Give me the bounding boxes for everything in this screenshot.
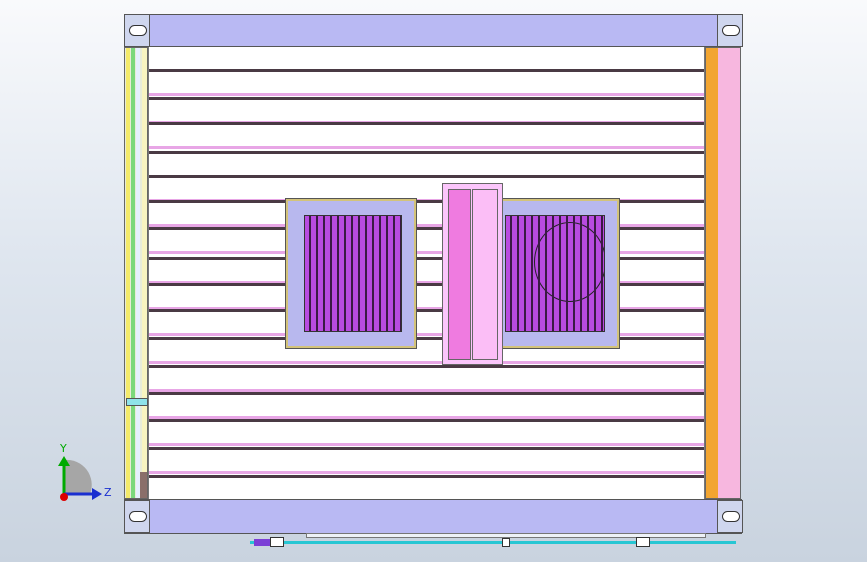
grille-bar <box>552 216 554 331</box>
floor-slat <box>149 447 704 450</box>
corner-casting-top-left <box>124 14 150 47</box>
grille-bar <box>400 216 401 331</box>
floor-slat <box>149 365 704 368</box>
floor-slat <box>149 283 704 286</box>
grille-bar <box>379 216 381 331</box>
grille-bar <box>524 216 526 331</box>
grille-bar <box>309 216 311 331</box>
right-rail-orange-stripe <box>706 48 718 498</box>
left-rail-green-stripe <box>131 48 135 498</box>
floor-slat-edge <box>149 251 704 254</box>
grille-bar <box>580 216 582 331</box>
floor-slat <box>149 227 704 230</box>
pipe-coupling-right <box>636 537 650 547</box>
bottom-pipe <box>250 541 736 544</box>
grille-bar <box>393 216 395 331</box>
right-side-rail <box>705 47 741 499</box>
floor-slat <box>149 151 704 154</box>
grille-bar <box>531 216 533 331</box>
left-rail-yellow-stripe <box>126 48 130 498</box>
grille-bar <box>587 216 589 331</box>
central-ac-unit <box>442 183 503 365</box>
floor-slat-edge <box>149 333 704 336</box>
corner-casting-bottom-right <box>717 500 743 533</box>
left-rail-pale-stripe <box>136 48 140 498</box>
floor-slat <box>149 392 704 395</box>
pipe-coupling-left <box>270 537 284 547</box>
floor-slat <box>149 309 704 312</box>
grille-bar <box>372 216 374 331</box>
ac-unit-panel-left <box>448 189 471 360</box>
grille-bar <box>316 216 318 331</box>
top-frame-rail <box>124 14 742 47</box>
grille-bar <box>594 216 596 331</box>
orientation-triad: Y Z <box>48 440 118 510</box>
triad-z-label: Z <box>104 486 112 499</box>
floor-slat-edge <box>149 93 704 96</box>
left-side-rail <box>124 47 148 499</box>
floor-slat-edge <box>149 361 704 364</box>
left-rail-clip <box>126 398 148 406</box>
grille-bar <box>566 216 568 331</box>
cad-viewport[interactable]: Y Z <box>0 0 867 562</box>
floor-slat <box>149 419 704 422</box>
grille-bar <box>510 216 512 331</box>
right-rail-pink-stripe <box>718 48 740 498</box>
floor-slat <box>149 337 704 340</box>
grille-bar <box>365 216 367 331</box>
floor-slat <box>149 69 704 72</box>
left-duct-grille <box>304 215 402 332</box>
grille-bar <box>386 216 388 331</box>
grille-bar <box>323 216 325 331</box>
grille-bar <box>573 216 575 331</box>
floor-slat-edge <box>149 146 704 149</box>
floor-slat-edge <box>149 443 704 446</box>
floor-slat <box>149 175 704 178</box>
grille-bar <box>538 216 540 331</box>
floor-slat <box>149 475 704 478</box>
corner-casting-bottom-left <box>124 500 150 533</box>
floor-slat <box>149 200 704 203</box>
triad-graphic <box>58 456 102 501</box>
bottom-frame-rail <box>124 499 742 534</box>
ac-unit-panel-right <box>472 189 498 360</box>
triad-y-label: Y <box>60 442 67 455</box>
floor-slat <box>149 257 704 260</box>
right-duct-opening <box>494 198 620 349</box>
right-duct-grille <box>505 215 605 332</box>
grille-bar <box>559 216 561 331</box>
grille-bar <box>358 216 360 331</box>
grille-bar <box>601 216 603 331</box>
left-duct-opening <box>285 198 417 349</box>
grille-bar <box>344 216 346 331</box>
grille-bar <box>330 216 332 331</box>
floor-slat <box>149 122 704 125</box>
grille-bar <box>337 216 339 331</box>
left-rail-cream-stripe <box>142 48 147 498</box>
corner-casting-top-right <box>717 14 743 47</box>
pipe-coupling-mid <box>502 538 510 547</box>
floor-slat-edge <box>149 471 704 474</box>
floor-slat <box>149 97 704 100</box>
grille-bar <box>517 216 519 331</box>
floor-deck <box>148 47 705 502</box>
grille-bar <box>351 216 353 331</box>
left-rail-bracket <box>140 472 147 498</box>
grille-bar <box>545 216 547 331</box>
